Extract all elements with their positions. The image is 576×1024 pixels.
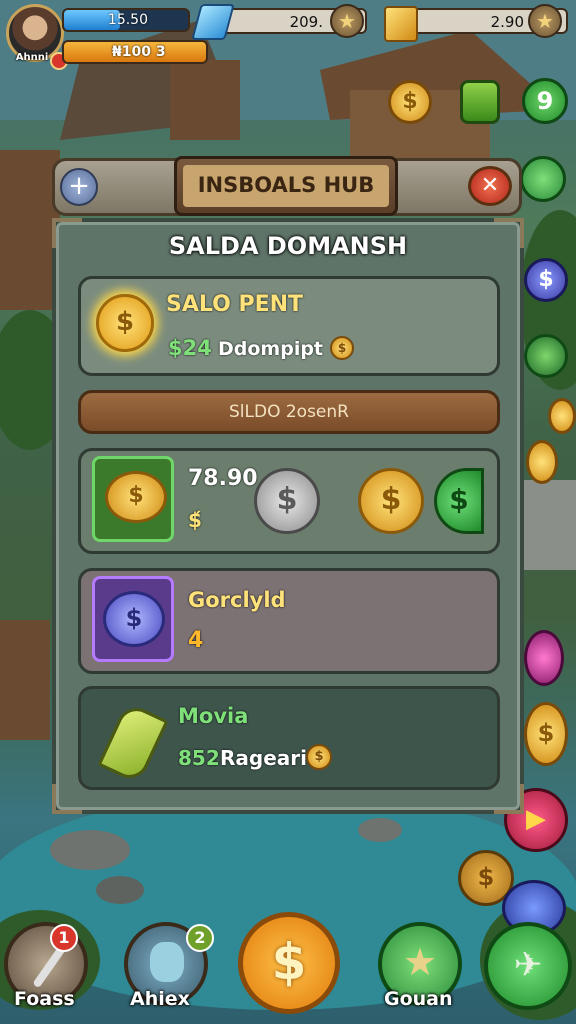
hub-title: INSBOALS HUB	[183, 165, 389, 207]
small-coin-icon: $	[306, 744, 332, 770]
nav-shop-button[interactable]: $	[238, 912, 340, 1014]
card1-label: Ddompipt	[218, 338, 324, 360]
nav-pass-label: Foass	[14, 988, 75, 1010]
nav-character-badge: 2	[186, 924, 214, 952]
card4-value: 852	[178, 746, 220, 770]
nav-dragon-button[interactable]: ✈	[484, 922, 572, 1010]
gold-coin-icon: $	[524, 702, 568, 766]
gold-coin-icon	[548, 398, 576, 434]
pink-gem-icon[interactable]	[524, 630, 564, 686]
top-hud: Ahnni 15.50 ₦100 3 209. ★ 2.90 ★	[0, 0, 576, 72]
panel-title: SALDA DOMANSH	[168, 232, 408, 260]
map-icon[interactable]	[524, 334, 568, 378]
coin-shortcut-icon[interactable]: $	[388, 80, 432, 124]
purple-coin-icon[interactable]: $	[524, 258, 568, 302]
gem-value: 209.	[289, 13, 323, 31]
gold-star-button[interactable]: ★	[528, 4, 562, 38]
small-coin-icon: $	[330, 336, 354, 360]
potion-icon[interactable]	[520, 156, 566, 202]
gem-star-button[interactable]: ★	[330, 4, 364, 38]
panel-corner	[494, 784, 524, 814]
scroll-icon[interactable]	[460, 80, 500, 124]
gold-coin-icon	[526, 440, 558, 484]
gold-progress-bar: ₦100 3	[62, 40, 208, 64]
xp-bar: 15.50	[62, 8, 190, 32]
panel-corner	[52, 784, 82, 814]
gold-progress-text: ₦100 3	[112, 44, 166, 60]
section-header: SlLDO 2osenR	[78, 390, 500, 434]
purple-coin-frame: $	[92, 576, 174, 662]
purple-coin-icon: $	[103, 591, 165, 647]
nav-character-label: Ahiex	[130, 988, 190, 1010]
xp-text: 15.50	[107, 12, 148, 28]
card3-value: 4	[188, 628, 204, 653]
close-button[interactable]: ✕	[468, 166, 512, 206]
hub-title-plate: INSBOALS HUB	[174, 156, 398, 216]
gold-bar-icon	[384, 6, 418, 42]
card1-value: $24	[168, 336, 212, 360]
card2-value: 78.90	[188, 466, 258, 491]
gold-value: 2.90	[490, 13, 524, 31]
gold-coin-icon[interactable]: $	[358, 468, 424, 534]
card3-title: Gorclyld	[188, 588, 286, 612]
coin-stack-icon: $	[105, 471, 167, 523]
nav-quest-label: Gouan	[384, 988, 453, 1010]
add-button[interactable]: +	[60, 168, 98, 206]
leaf-ticket-icon	[97, 700, 169, 785]
card4-title: Movia	[178, 704, 249, 728]
gem-icon	[191, 4, 235, 40]
card4-label: Ragearit	[220, 746, 317, 770]
silver-coin-icon[interactable]: $	[254, 468, 320, 534]
coin-stack-frame: $	[92, 456, 174, 542]
card2-sub: $́	[188, 508, 202, 532]
character-portrait-icon	[150, 942, 184, 982]
level-badge-icon[interactable]: 9	[522, 78, 568, 124]
sun-coin-icon: $	[96, 294, 154, 352]
card1-title: SALO PENT	[166, 292, 304, 317]
nav-pass-badge: 1	[50, 924, 78, 952]
